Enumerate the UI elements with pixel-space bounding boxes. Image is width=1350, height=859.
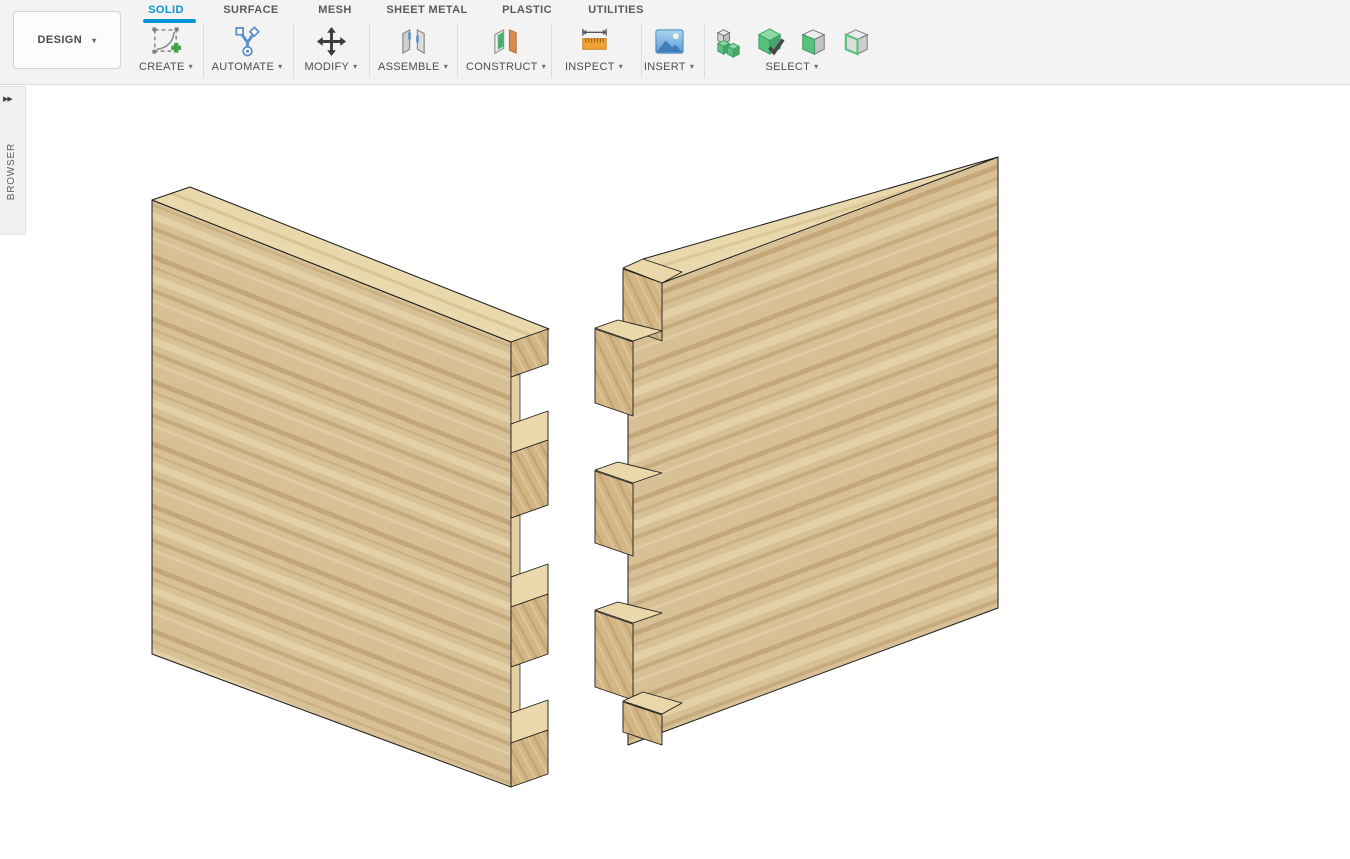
select-edge-icon[interactable] (841, 25, 874, 58)
browser-expand-icon[interactable]: ▶▶ (3, 95, 12, 103)
main-toolbar: DESIGN ▾ SOLID SURFACE MESH SHEET METAL … (0, 0, 1350, 85)
chevron-down-icon: ▾ (542, 62, 546, 71)
browser-panel-label: BROWSER (6, 143, 17, 200)
group-divider (369, 24, 370, 78)
group-divider (641, 24, 642, 78)
inspect-label: INSPECT (565, 61, 615, 73)
chevron-down-icon: ▾ (814, 62, 818, 71)
workspace-label: DESIGN (38, 34, 83, 46)
create-label: CREATE (139, 61, 185, 73)
tab-surface[interactable]: SURFACE (223, 4, 278, 16)
select-group-button[interactable]: SELECT▾ (747, 24, 837, 80)
active-tab-indicator (143, 19, 196, 23)
move-arrows-icon (286, 24, 376, 58)
automate-label: AUTOMATE (212, 61, 275, 73)
model-viewport[interactable] (0, 0, 1350, 859)
insert-image-icon (624, 24, 714, 58)
modify-label: MODIFY (305, 61, 350, 73)
construct-group-button[interactable]: CONSTRUCT ▾ (461, 24, 551, 80)
select-window-icon[interactable] (712, 25, 745, 58)
chevron-down-icon: ▾ (278, 62, 282, 71)
tab-mesh[interactable]: MESH (318, 4, 351, 16)
assemble-joint-icon (368, 24, 458, 58)
group-divider (293, 24, 294, 78)
left-board-box-joint-slots[interactable] (152, 187, 549, 787)
tab-utilities[interactable]: UTILITIES (588, 4, 644, 16)
chevron-down-icon: ▾ (690, 62, 694, 71)
right-board-box-joint-fingers[interactable] (595, 157, 998, 745)
chevron-down-icon: ▾ (444, 62, 448, 71)
chevron-down-icon: ▾ (92, 36, 96, 45)
select-label: SELECT (766, 61, 811, 73)
group-divider (457, 24, 458, 78)
modify-group-button[interactable]: MODIFY▾ (286, 24, 376, 80)
group-divider (704, 24, 705, 78)
automate-icon (202, 24, 292, 58)
assemble-label: ASSEMBLE (378, 61, 440, 73)
create-group-button[interactable]: CREATE ▾ (121, 24, 211, 80)
browser-panel-collapsed: ▶▶ BROWSER (0, 86, 26, 235)
create-sketch-icon (121, 24, 211, 58)
automate-group-button[interactable]: AUTOMATE▾ (202, 24, 292, 80)
tab-solid[interactable]: SOLID (148, 4, 184, 16)
tab-sheet-metal[interactable]: SHEET METAL (386, 4, 467, 16)
insert-label: INSERT (644, 61, 686, 73)
construct-label: CONSTRUCT (466, 61, 538, 73)
chevron-down-icon: ▾ (619, 62, 623, 71)
chevron-down-icon: ▾ (353, 62, 357, 71)
group-divider (203, 24, 204, 78)
fusion360-window: DESIGN ▾ SOLID SURFACE MESH SHEET METAL … (0, 0, 1350, 859)
construct-plane-icon (461, 24, 551, 58)
assemble-group-button[interactable]: ASSEMBLE ▾ (368, 24, 458, 80)
tab-plastic[interactable]: PLASTIC (502, 4, 552, 16)
workspace-selector-button[interactable]: DESIGN ▾ (13, 11, 121, 69)
insert-group-button[interactable]: INSERT ▾ (624, 24, 714, 80)
chevron-down-icon: ▾ (189, 62, 193, 71)
group-divider (551, 24, 552, 78)
